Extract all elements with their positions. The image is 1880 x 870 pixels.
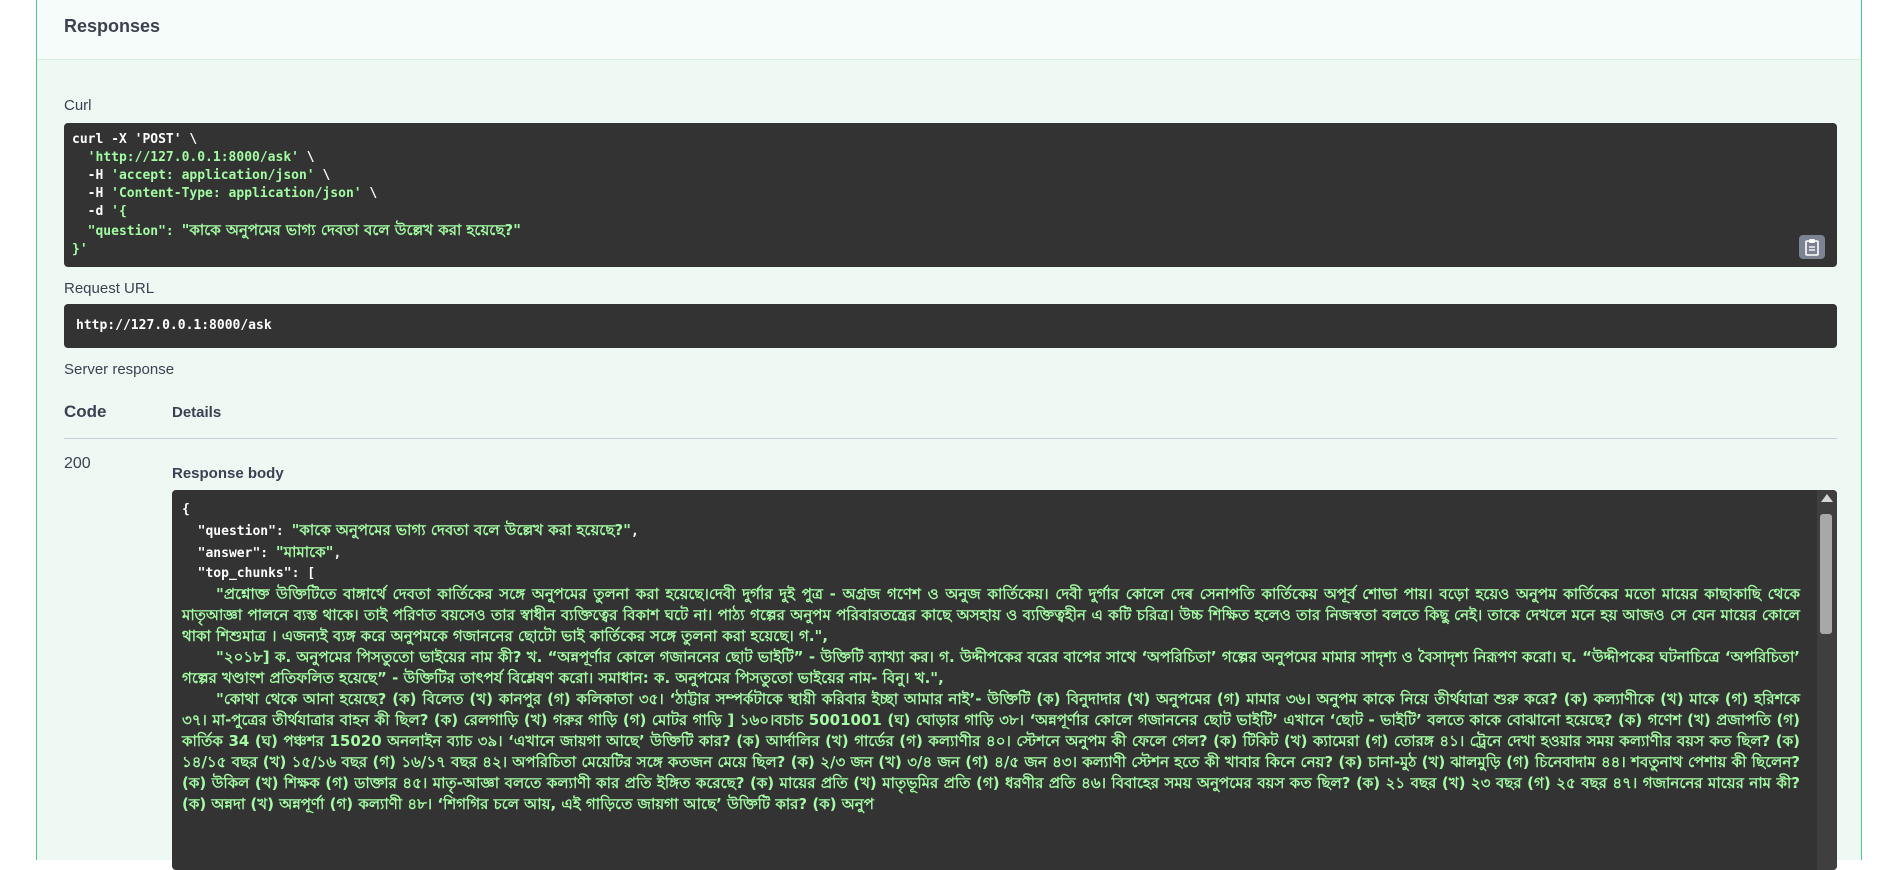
curl-url-string: 'http://127.0.0.1:8000/ask' [87, 150, 299, 165]
scroll-up-arrow-icon[interactable] [1821, 494, 1833, 502]
curl-code-block[interactable]: curl -X 'POST' \ 'http://127.0.0.1:8000/… [64, 123, 1837, 267]
clipboard-icon [1805, 239, 1819, 256]
json-chunk-item: "কোথা থেকে আনা হয়েছে? (ক) বিলেত (খ) কান… [182, 690, 1800, 813]
response-table-divider [64, 438, 1837, 439]
response-body-content: { "question": "কাকে অনুপমের ভাগ্য দেবতা … [172, 490, 1810, 825]
curl-question-value: "কাকে অনুপমের ভাগ্য দেবতা বলে উল্লেখ করা… [181, 221, 521, 239]
json-top-chunks-row: "top_chunks": [ [182, 566, 316, 581]
curl-line-2: 'http://127.0.0.1:8000/ask' \ [87, 150, 315, 165]
request-url-block[interactable]: http://127.0.0.1:8000/ask [64, 304, 1837, 348]
response-body-scrollbar[interactable] [1817, 490, 1837, 870]
curl-label: Curl [64, 97, 92, 114]
scrollbar-thumb[interactable] [1820, 514, 1832, 634]
json-answer-value: "মামাকে" [275, 543, 334, 561]
curl-line-5: -d '{ [72, 204, 127, 219]
request-url-label: Request URL [64, 280, 155, 297]
response-status-code: 200 [64, 455, 91, 472]
details-column-header: Details [172, 404, 222, 421]
json-question-row: "question": "কাকে অনুপমের ভাগ্য দেবতা বল… [182, 521, 639, 539]
curl-content-type-header: 'Content-Type: application/json' [111, 186, 362, 201]
code-column-header: Code [64, 402, 107, 421]
json-question-value: "কাকে অনুপমের ভাগ্য দেবতা বলে উল্লেখ করা… [291, 521, 631, 539]
curl-line-7: }' [72, 242, 88, 257]
responses-title: Responses [64, 16, 161, 36]
responses-header: Responses [37, 0, 1861, 60]
curl-line-4: -H 'Content-Type: application/json' \ [72, 186, 378, 201]
json-chunk-item: "প্রশ্নোক্ত উক্তিটিতে বাঙ্গার্থে দেবতা ক… [182, 585, 1800, 645]
curl-line-6: "question": "কাকে অনুপমের ভাগ্য দেবতা বল… [72, 221, 521, 239]
json-chunk-item: "২০১৮] ক. অনুপমের পিসতুতো ভাইয়ের নাম কী… [182, 648, 1800, 687]
json-answer-row: "answer": "মামাকে", [182, 543, 342, 561]
server-response-label: Server response [64, 361, 175, 378]
response-body-label: Response body [172, 465, 284, 482]
response-body-block[interactable]: { "question": "কাকে অনুপমের ভাগ্য দেবতা … [172, 490, 1837, 870]
curl-line-1: curl -X 'POST' \ [72, 132, 198, 147]
responses-panel: Responses Curl curl -X 'POST' \ 'http://… [36, 0, 1862, 870]
curl-accept-header: 'accept: application/json' [111, 168, 315, 183]
json-open-brace: { [182, 502, 190, 517]
curl-line-3: -H 'accept: application/json' \ [72, 168, 331, 183]
copy-to-clipboard-button[interactable] [1799, 235, 1825, 259]
